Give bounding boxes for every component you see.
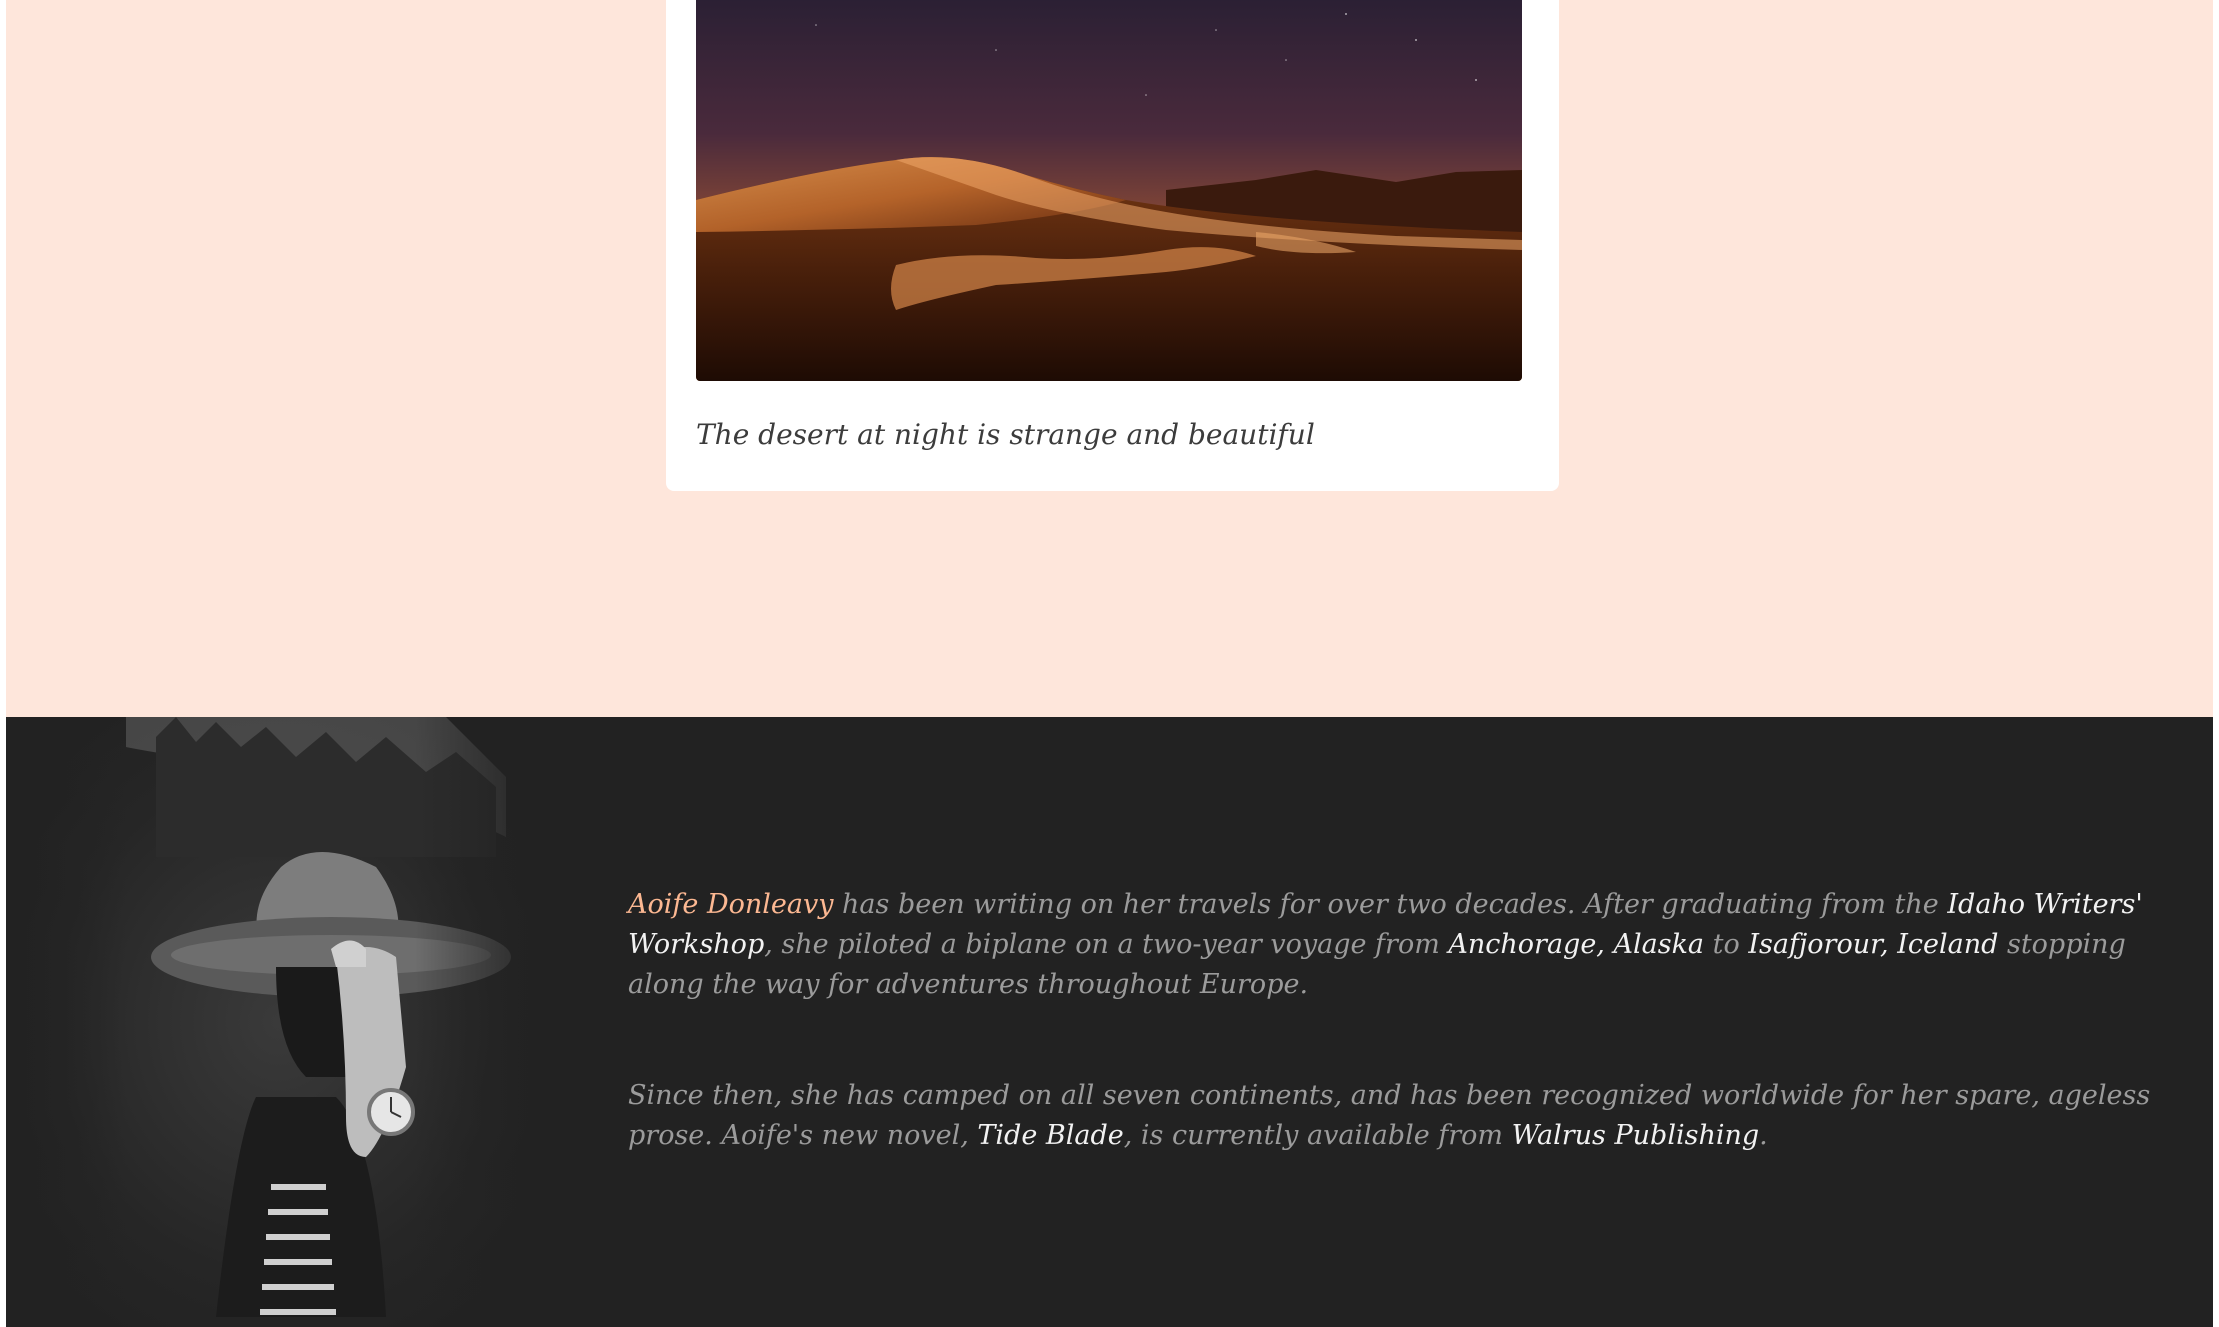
novel-title: Tide Blade <box>977 1120 1124 1151</box>
destination-place: Isafjorour, Iceland <box>1748 929 1999 960</box>
author-bio-section: Aoife Donleavy has been writing on her t… <box>6 717 2213 1327</box>
bio-text-segment: has been writing on her travels for over… <box>833 889 1948 920</box>
author-bio-text: Aoife Donleavy has been writing on her t… <box>628 885 2188 1227</box>
author-portrait <box>6 717 551 1327</box>
page: The desert at night is strange and beaut… <box>6 0 2213 1327</box>
bio-text-segment: to <box>1704 929 1749 960</box>
bio-text-segment: . <box>1759 1120 1768 1151</box>
bio-paragraph-2: Since then, she has camped on all seven … <box>628 1076 2188 1156</box>
author-name: Aoife Donleavy <box>628 889 834 920</box>
desert-night-photo <box>696 0 1522 381</box>
publisher-name: Walrus Publishing <box>1511 1120 1760 1151</box>
bio-paragraph-1: Aoife Donleavy has been writing on her t… <box>628 885 2188 1005</box>
photo-card: The desert at night is strange and beaut… <box>666 0 1559 491</box>
bio-text-segment: , she piloted a biplane on a two-year vo… <box>764 929 1449 960</box>
bio-text-segment: , is currently available from <box>1123 1120 1512 1151</box>
origin-place: Anchorage, Alaska <box>1448 929 1705 960</box>
photo-caption: The desert at night is strange and beaut… <box>696 418 1315 451</box>
